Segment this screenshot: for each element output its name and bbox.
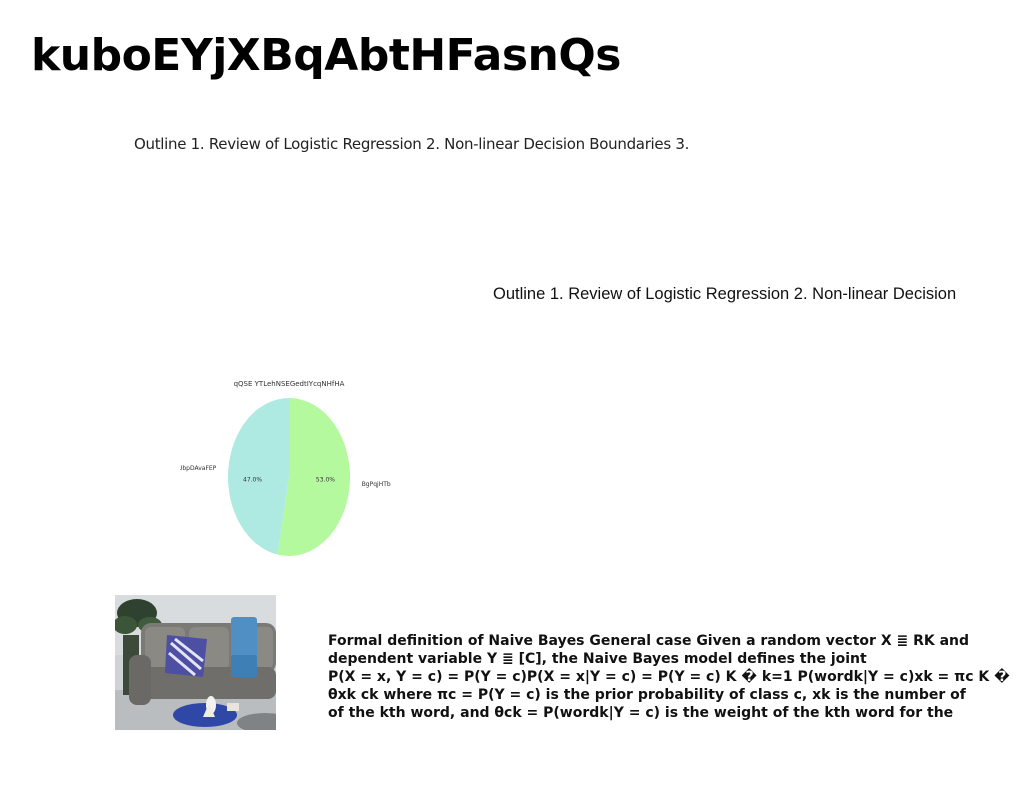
outline-text-1: Outline 1. Review of Logistic Regression… [134, 135, 690, 153]
chart-title: qQSE YTLehNSEGedtIYcqNHfHA [234, 380, 345, 388]
paragraph-line: dependent variable Y ≣ [C], the Naive Ba… [328, 651, 867, 667]
page-title: kuboEYjXBqAbtHFasnQs [31, 30, 621, 81]
paragraph-line: θxk ck where πc = P(Y = c) is the prior … [328, 687, 966, 703]
paragraph-line: P(X = x, Y = c) = P(Y = c)P(X = x|Y = c)… [328, 669, 1010, 685]
paragraph: Formal definition of Naive Bayes General… [328, 632, 1010, 722]
pie-category-label: UbpDAvaFEP [180, 465, 217, 472]
living-room-photo [115, 595, 276, 730]
paragraph-line: Formal definition of Naive Bayes General… [328, 633, 970, 649]
pie-value-label: 53.0% [316, 477, 335, 484]
pie-chart: qQSE YTLehNSEGedtIYcqNHfHA 53.0% BgPqjHTb… [178, 372, 400, 564]
pie-value-label: 47.0% [243, 477, 262, 484]
pie-chart-svg: qQSE YTLehNSEGedtIYcqNHfHA 53.0% BgPqjHTb… [178, 380, 391, 556]
outline-text-2: Outline 1. Review of Logistic Regression… [493, 285, 957, 303]
living-room-photo-icon [115, 595, 276, 730]
pie-category-label: BgPqjHTb [362, 481, 391, 488]
paragraph-line: of the kth word, and θck = P(wordk|Y = c… [328, 705, 954, 721]
